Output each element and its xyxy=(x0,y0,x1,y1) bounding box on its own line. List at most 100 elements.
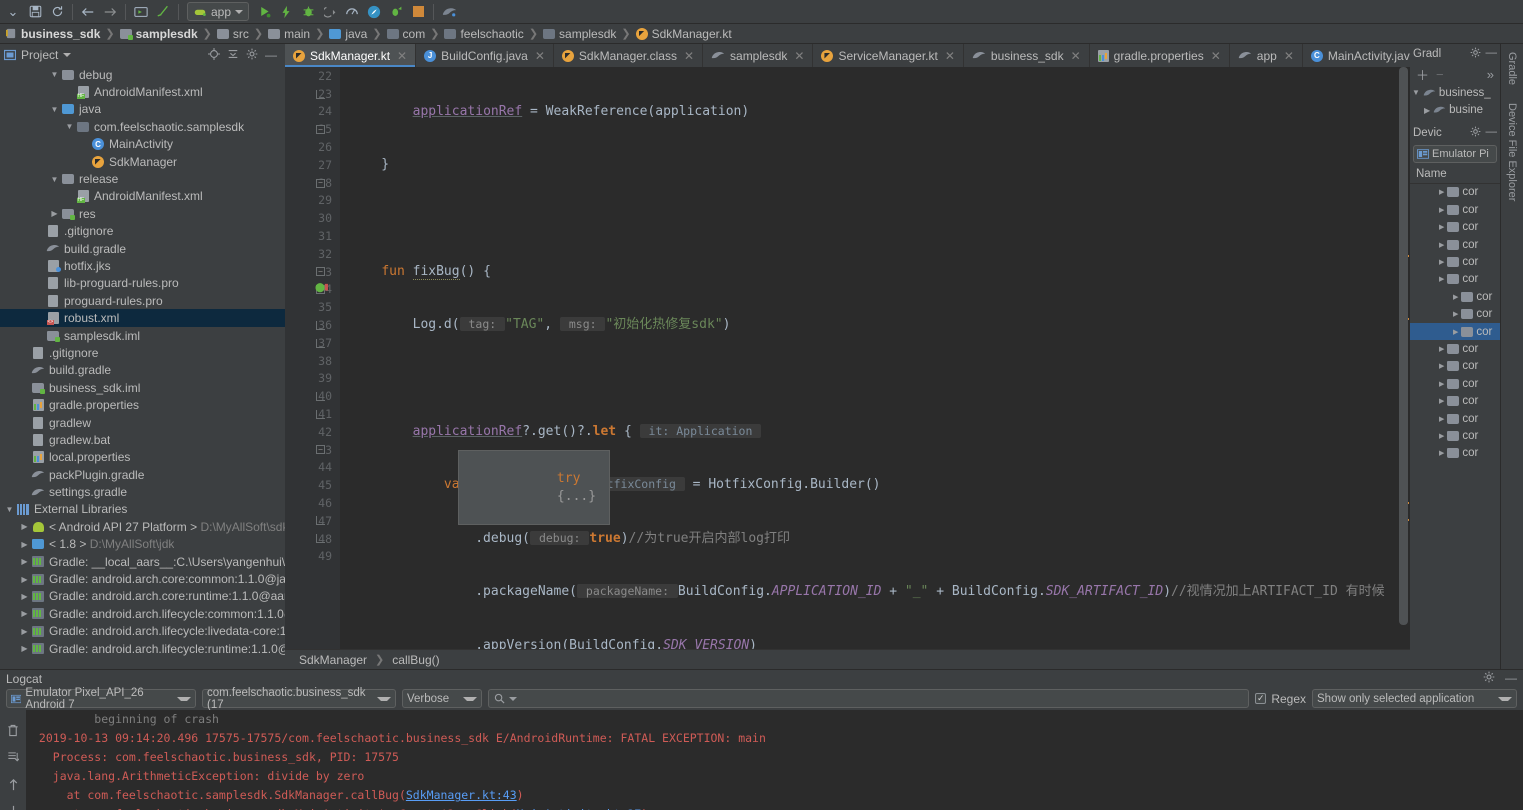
collapse-all-icon[interactable] xyxy=(227,48,239,63)
locate-icon[interactable] xyxy=(208,47,220,63)
chevron-right-icon[interactable]: ▶ xyxy=(19,627,30,636)
device-file-row[interactable]: ▶ cor xyxy=(1410,340,1500,357)
project-tree-row[interactable]: ▶ res xyxy=(0,205,285,222)
menu-overflow-icon[interactable]: ⌄ xyxy=(2,2,24,22)
project-tree-row[interactable]: packPlugin.gradle xyxy=(0,466,285,483)
chevron-right-icon[interactable]: ▶ xyxy=(1439,449,1444,457)
chevron-right-icon[interactable]: ▶ xyxy=(1439,397,1444,405)
add-icon[interactable]: ＋ xyxy=(1416,65,1429,84)
chevron-right-icon[interactable]: ▶ xyxy=(1439,258,1444,266)
project-tree-row[interactable]: lib-proguard-rules.pro xyxy=(0,275,285,292)
hide-panel-icon[interactable]: — xyxy=(1505,671,1517,686)
gradle-panel-title[interactable]: Gradl xyxy=(1413,48,1441,60)
chevron-right-icon[interactable]: ▶ xyxy=(1453,293,1458,301)
device-file-row[interactable]: ▶ cor xyxy=(1410,201,1500,218)
apply-changes-icon[interactable] xyxy=(275,2,297,22)
project-tree-row[interactable]: robust.xml xyxy=(0,309,285,327)
project-tree-row[interactable]: ▶ Gradle: android.arch.core:common:1.1.0@… xyxy=(0,570,285,587)
up-arrow-icon[interactable] xyxy=(8,778,19,794)
project-panel-title[interactable]: Project xyxy=(4,48,72,62)
breadcrumb-item-2[interactable]: src xyxy=(215,27,251,41)
editor-marker-strip[interactable] xyxy=(1397,67,1410,649)
breadcrumb-item-5[interactable]: com xyxy=(385,27,428,41)
project-tree-row[interactable]: gradle.properties xyxy=(0,396,285,413)
chevron-right-icon[interactable]: ▶ xyxy=(1439,275,1444,283)
project-tree-row[interactable]: settings.gradle xyxy=(0,483,285,500)
fold-marker[interactable] xyxy=(316,89,325,99)
chevron-right-icon[interactable]: ▶ xyxy=(1439,362,1444,370)
chevron-right-icon[interactable]: ▶ xyxy=(19,557,30,566)
project-tree-row[interactable]: ▶ < 1.8 > D:\MyAllSoft\jdk xyxy=(0,536,285,553)
hide-panel-icon[interactable]: — xyxy=(1486,126,1498,140)
gradle-tree-row-1[interactable]: ▶ busine xyxy=(1410,101,1500,118)
close-icon[interactable]: ✕ xyxy=(684,49,694,63)
close-icon[interactable]: ✕ xyxy=(945,49,955,63)
stop-icon[interactable] xyxy=(407,2,429,22)
clear-logcat-icon[interactable] xyxy=(7,724,19,740)
chevron-right-icon[interactable]: ▶ xyxy=(1453,328,1458,336)
fold-marker[interactable] xyxy=(316,339,325,348)
back-arrow-icon[interactable] xyxy=(77,2,99,22)
close-icon[interactable]: ✕ xyxy=(794,49,804,63)
layout-inspector-icon[interactable] xyxy=(363,2,385,22)
device-file-row[interactable]: ▶ cor xyxy=(1410,219,1500,236)
stacktrace-link[interactable]: SdkManager.kt:43 xyxy=(406,788,517,802)
device-panel-title[interactable]: Devic xyxy=(1413,127,1442,139)
hide-panel-icon[interactable]: — xyxy=(265,48,277,62)
profiler-icon[interactable] xyxy=(341,2,363,22)
chevron-right-icon[interactable]: ▶ xyxy=(1439,380,1444,388)
chevron-right-icon[interactable]: ▶ xyxy=(1439,188,1444,196)
project-tree-row[interactable]: ▶ Gradle: android.arch.core:runtime:1.1.0… xyxy=(0,588,285,605)
editor-tab[interactable]: CMainActivity.java✕ xyxy=(1303,44,1410,67)
sync-icon[interactable] xyxy=(46,2,68,22)
editor-gutter[interactable]: 22 23 24 25 26 27 28 29 30 31 32 33 34 35 36 37 38 39 40 41… xyxy=(285,67,340,649)
chevron-down-icon[interactable] xyxy=(235,9,244,14)
scroll-to-end-icon[interactable] xyxy=(7,751,20,767)
editor-tab[interactable]: J BuildConfig.java ✕ xyxy=(416,44,554,67)
remove-icon[interactable]: − xyxy=(1436,67,1444,82)
settings-icon[interactable] xyxy=(1470,126,1481,140)
project-tree-row[interactable]: .gitignore xyxy=(0,344,285,361)
avd-manager-icon[interactable] xyxy=(130,2,152,22)
project-tree-row[interactable]: samplesdk.iml xyxy=(0,327,285,344)
device-file-row[interactable]: ▶ cor xyxy=(1410,253,1500,270)
logcat-title[interactable]: Logcat xyxy=(6,672,42,686)
editor-vertical-scrollbar-thumb[interactable] xyxy=(1399,67,1408,625)
fold-marker[interactable] xyxy=(316,410,325,419)
device-selector[interactable]: Emulator Pi xyxy=(1413,144,1497,163)
device-file-row[interactable]: ▶ cor xyxy=(1410,322,1500,341)
chevron-down-icon[interactable]: ▼ xyxy=(49,105,60,114)
device-file-row[interactable]: ▶ cor xyxy=(1410,410,1500,427)
device-file-row[interactable]: ▶ cor xyxy=(1410,427,1500,444)
fold-marker[interactable] xyxy=(316,321,325,330)
project-tree-row[interactable]: .gitignore xyxy=(0,223,285,240)
chevron-right-icon[interactable]: ▶ xyxy=(1439,345,1444,353)
sdk-manager-icon[interactable] xyxy=(152,2,174,22)
device-file-row[interactable]: ▶ cor xyxy=(1410,236,1500,253)
project-tree-row[interactable]: ▶ Gradle: android.arch.lifecycle:common:1… xyxy=(0,605,285,622)
chevron-down-icon[interactable]: ▼ xyxy=(49,70,60,79)
save-icon[interactable] xyxy=(24,2,46,22)
chevron-down-icon[interactable]: ▼ xyxy=(49,175,60,184)
logcat-level-selector[interactable]: Verbose xyxy=(402,689,482,709)
device-file-row[interactable]: ▶ cor xyxy=(1410,445,1500,462)
breadcrumb-item-0[interactable]: business_sdk xyxy=(4,27,102,41)
device-file-row[interactable]: ▶ cor xyxy=(1410,184,1500,201)
close-icon[interactable]: ✕ xyxy=(397,49,407,63)
breadcrumb-item-7[interactable]: samplesdk xyxy=(541,27,618,41)
project-tree-row[interactable]: ▶ Gradle: android.arch.lifecycle:livedata… xyxy=(0,623,285,640)
device-file-row[interactable]: ▶ cor xyxy=(1410,288,1500,305)
project-tree-row[interactable]: build.gradle xyxy=(0,240,285,257)
project-tree-row[interactable]: gradlew xyxy=(0,414,285,431)
editor-tab[interactable]: app ✕ xyxy=(1230,44,1303,67)
attach-debugger-icon[interactable] xyxy=(319,2,341,22)
project-tree-row[interactable]: AndroidManifest.xml xyxy=(0,188,285,205)
project-tree-row[interactable]: ▼ debug xyxy=(0,66,285,83)
forward-arrow-icon[interactable] xyxy=(99,2,121,22)
project-tree-row[interactable]: C MainActivity xyxy=(0,136,285,153)
device-file-row[interactable]: ▶ cor xyxy=(1410,271,1500,288)
device-file-row[interactable]: ▶ cor xyxy=(1410,375,1500,392)
chevron-right-icon[interactable]: ▶ xyxy=(19,575,30,584)
logcat-device-selector[interactable]: Emulator Pixel_API_26 Android 7 xyxy=(6,687,196,711)
breadcrumb-item-3[interactable]: main xyxy=(266,27,312,41)
